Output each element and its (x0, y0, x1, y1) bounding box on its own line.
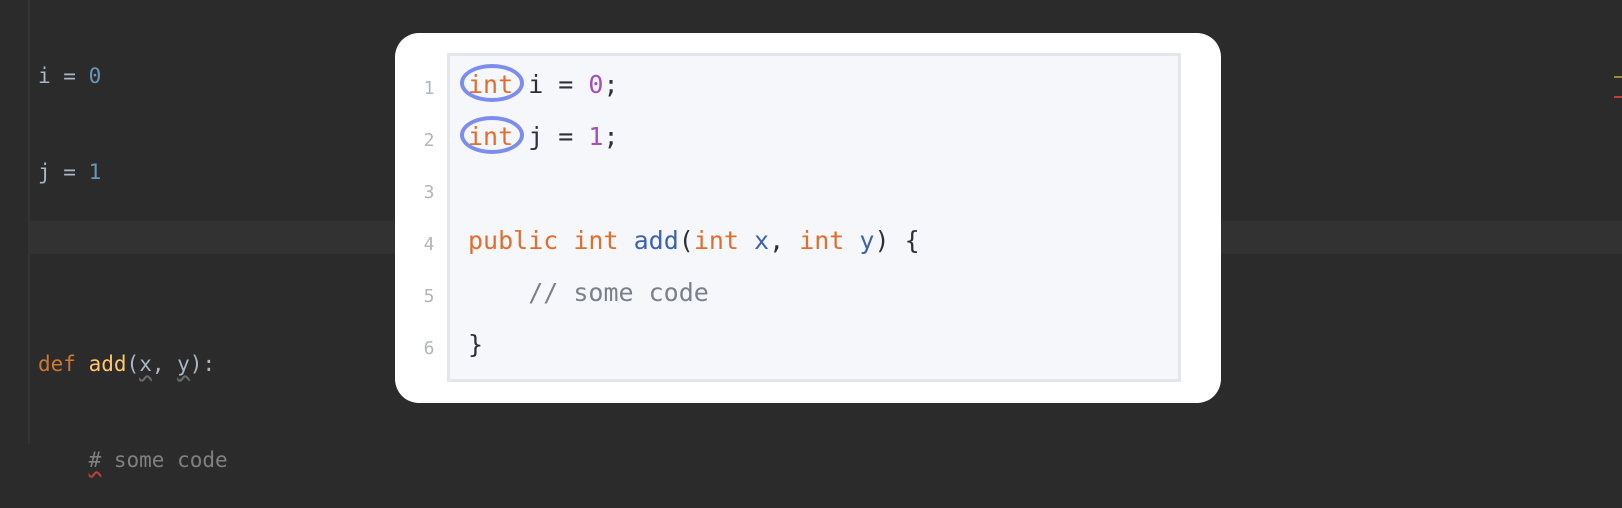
java-code-card: 1 int i = 0; 2 int j = 1; 3 4 public int… (395, 33, 1221, 403)
assign-operator: = (50, 64, 89, 88)
param-x: x (139, 352, 152, 376)
comment-text: some code (101, 448, 228, 472)
java-line-4-code: public int add(int x, int y) { (468, 226, 920, 255)
public-keyword: public (468, 226, 559, 255)
variable-j: j (38, 160, 51, 184)
function-name: add (88, 352, 127, 376)
java-line-4: 4 public int add(int x, int y) { (424, 216, 1178, 268)
param-separator: , (151, 352, 178, 376)
semicolon: ; (603, 122, 619, 151)
java-line-1: 1 int i = 0; (424, 60, 1178, 112)
line-number: 4 (423, 234, 435, 255)
param-y: y (859, 226, 875, 255)
java-line-6: 6 } (424, 320, 1178, 372)
code-line-1: i = 0 (38, 60, 228, 92)
int-keyword: int (799, 226, 845, 255)
line-number: 1 (423, 78, 435, 99)
number-literal: 1 (88, 160, 102, 184)
comment-text: // some code (468, 278, 709, 307)
param-x: x (754, 226, 770, 255)
line-number: 3 (423, 182, 435, 203)
code-line-4: def add(x, y): (38, 348, 228, 380)
close-paren-brace: ) { (874, 226, 920, 255)
open-paren: ( (678, 226, 694, 255)
java-line-5: 5 // some code (424, 268, 1178, 320)
closing-brace: } (468, 330, 484, 359)
number-literal: 0 (588, 70, 604, 99)
function-name: add (633, 226, 679, 255)
code-line-5: # some code (38, 444, 228, 476)
java-line-3: 3 (424, 164, 1178, 216)
java-code-block: 1 int i = 0; 2 int j = 1; 3 4 public int… (424, 53, 1181, 382)
java-line-2: 2 int j = 1; (424, 112, 1178, 164)
java-line-1-code: int i = 0; (460, 64, 619, 102)
right-gutter-marker-1 (1614, 76, 1622, 78)
java-line-2-code: int j = 1; (460, 116, 619, 154)
int-keyword: int (573, 226, 619, 255)
code-line-2: j = 1 (38, 156, 228, 188)
declaration-text: j = (513, 122, 589, 151)
int-keyword: int (693, 226, 739, 255)
line-number: 5 (423, 286, 435, 307)
python-code-editor[interactable]: i = 0 j = 1 def add(x, y): # some code (38, 0, 228, 508)
number-literal: 1 (588, 122, 604, 151)
variable-i: i (38, 64, 51, 88)
line-number: 6 (423, 338, 435, 359)
param-separator: , (769, 226, 800, 255)
right-gutter-marker-2 (1614, 96, 1622, 98)
highlight-circle (460, 116, 524, 154)
line-number: 2 (423, 130, 435, 151)
param-y: y (177, 352, 190, 376)
highlight-circle (460, 64, 524, 102)
comment-hash: # (88, 448, 102, 472)
open-paren: ( (126, 352, 140, 376)
assign-operator: = (50, 160, 89, 184)
number-literal: 0 (88, 64, 102, 88)
close-paren: ): (189, 352, 216, 376)
def-keyword: def (38, 352, 76, 376)
semicolon: ; (603, 70, 619, 99)
declaration-text: i = (513, 70, 589, 99)
